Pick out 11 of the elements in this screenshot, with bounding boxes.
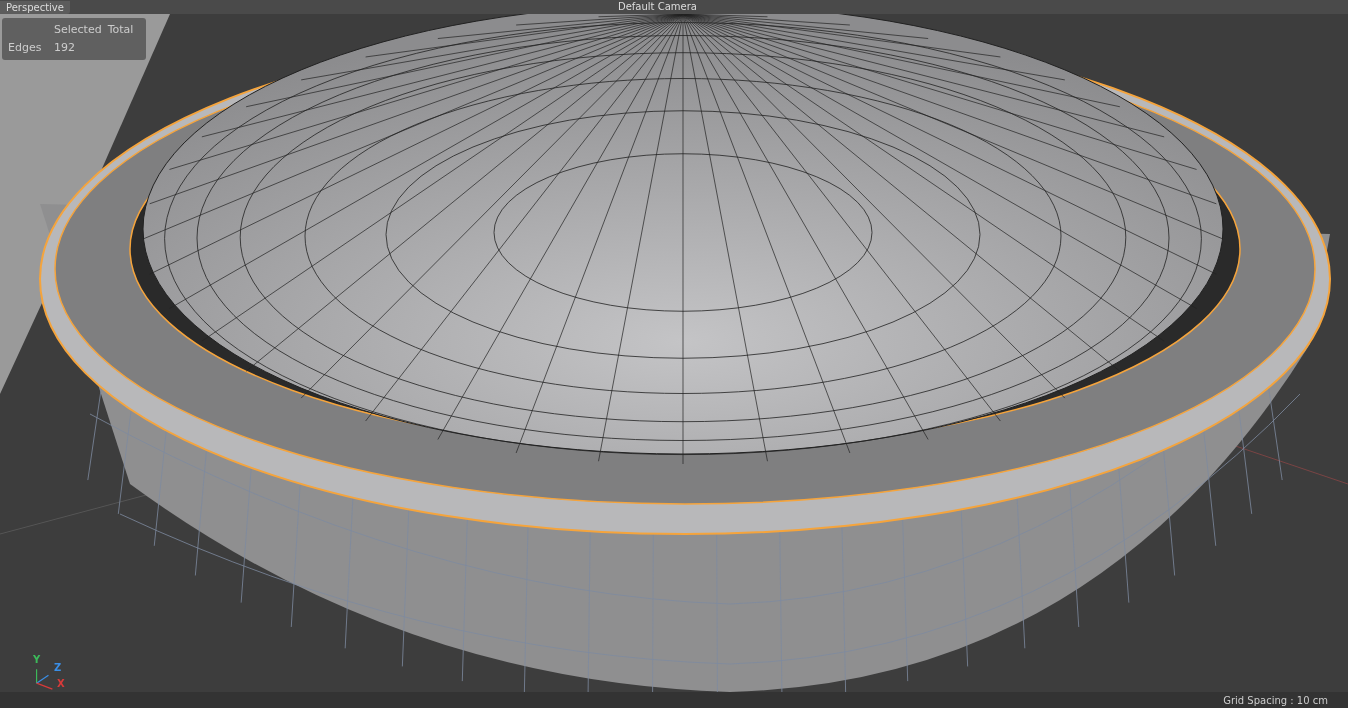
stat-value: 192 (54, 40, 75, 56)
camera-label[interactable]: Default Camera (618, 0, 697, 13)
axis-label: Z (54, 662, 62, 673)
row-label: Edges (8, 40, 43, 56)
axis-gizmo-icon (36, 668, 53, 690)
axis-label: Y (33, 654, 41, 665)
axis-label: X (57, 678, 65, 689)
view-menu[interactable]: Perspective (0, 0, 70, 14)
column-header: Selected (54, 22, 102, 38)
grid-spacing-label: Grid Spacing : 10 cm (1223, 694, 1328, 706)
column-header: Total (107, 22, 134, 38)
